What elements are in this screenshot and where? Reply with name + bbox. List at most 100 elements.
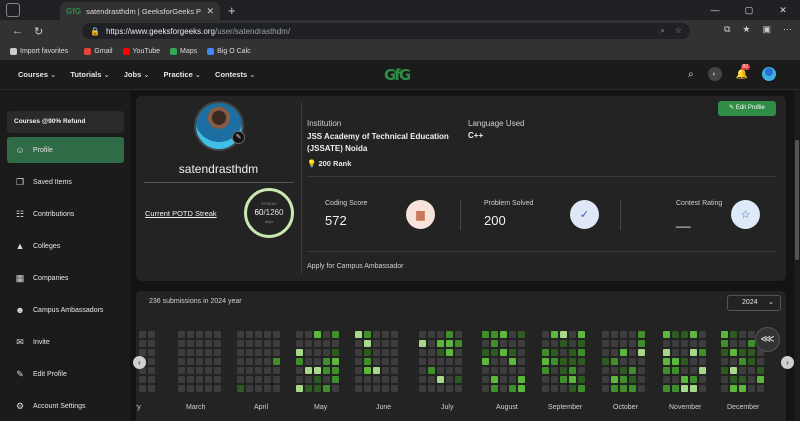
heatmap-cell[interactable]: [542, 385, 549, 392]
heatmap-cell[interactable]: [500, 331, 507, 338]
heatmap-cell[interactable]: [214, 358, 221, 365]
heatmap-cell[interactable]: [578, 385, 585, 392]
heatmap-cell[interactable]: [518, 349, 525, 356]
heatmap-cell[interactable]: [569, 349, 576, 356]
heatmap-cell[interactable]: [638, 376, 645, 383]
heatmap-cell[interactable]: [629, 331, 636, 338]
heatmap-cell[interactable]: [437, 376, 444, 383]
heatmap-cell[interactable]: [246, 349, 253, 356]
heatmap-cell[interactable]: [323, 385, 330, 392]
heatmap-cell[interactable]: [690, 349, 697, 356]
heatmap-cell[interactable]: [237, 358, 244, 365]
heatmap-cell[interactable]: [246, 331, 253, 338]
heatmap-cell[interactable]: [681, 349, 688, 356]
heatmap-cell[interactable]: [314, 385, 321, 392]
heatmap-cell[interactable]: [602, 385, 609, 392]
heatmap-cell[interactable]: [332, 349, 339, 356]
heatmap-cell[interactable]: [690, 340, 697, 347]
heatmap-cell[interactable]: [246, 385, 253, 392]
heatmap-cell[interactable]: [139, 349, 146, 356]
heatmap-cell[interactable]: [187, 358, 194, 365]
heatmap-cell[interactable]: [364, 349, 371, 356]
sidebar-item-contributions[interactable]: ☷ Contributions: [7, 201, 124, 227]
heatmap-cell[interactable]: [382, 385, 389, 392]
sidebar-item-campus-ambassadors[interactable]: ☻ Campus Ambassadors: [7, 297, 124, 323]
close-window-icon[interactable]: ✕: [766, 0, 800, 20]
campus-ambassador-link[interactable]: Apply for Campus Ambassador: [307, 263, 404, 270]
heatmap-cell[interactable]: [721, 340, 728, 347]
heatmap-cell[interactable]: [391, 358, 398, 365]
heatmap-cell[interactable]: [273, 385, 280, 392]
heatmap-cell[interactable]: [332, 358, 339, 365]
heatmap-cell[interactable]: [419, 385, 426, 392]
heatmap-cell[interactable]: [620, 349, 627, 356]
heatmap-cell[interactable]: [491, 358, 498, 365]
heatmap-cell[interactable]: [721, 367, 728, 374]
heatmap-cell[interactable]: [148, 358, 155, 365]
heatmap-cell[interactable]: [721, 331, 728, 338]
heatmap-cell[interactable]: [428, 349, 435, 356]
heatmap-cell[interactable]: [314, 358, 321, 365]
heatmap-cell[interactable]: [500, 367, 507, 374]
heatmap-cell[interactable]: [323, 358, 330, 365]
institution-name[interactable]: JSS Academy of Technical Education (JSSA…: [307, 131, 457, 155]
page-scrollbar[interactable]: [794, 90, 800, 421]
heatmap-cell[interactable]: [569, 358, 576, 365]
heatmap-cell[interactable]: [663, 376, 670, 383]
heatmap-cell[interactable]: [305, 358, 312, 365]
heatmap-cell[interactable]: [542, 331, 549, 338]
heatmap-cell[interactable]: [730, 385, 737, 392]
heatmap-cell[interactable]: [323, 331, 330, 338]
heatmap-cell[interactable]: [620, 376, 627, 383]
heatmap-cell[interactable]: [542, 367, 549, 374]
heatmap-cell[interactable]: [332, 340, 339, 347]
heatmap-cell[interactable]: [373, 367, 380, 374]
heatmap-cell[interactable]: [739, 376, 746, 383]
heatmap-cell[interactable]: [681, 367, 688, 374]
heatmap-cell[interactable]: [611, 385, 618, 392]
heatmap-cell[interactable]: [382, 331, 389, 338]
heatmap-cell[interactable]: [721, 376, 728, 383]
bookmark-item[interactable]: YouTube: [122, 47, 160, 55]
heatmap-cell[interactable]: [148, 331, 155, 338]
sidebar-item-edit-profile[interactable]: ✎ Edit Profile: [7, 361, 124, 387]
theme-toggle-icon[interactable]: ◐: [707, 67, 722, 81]
heatmap-cell[interactable]: [139, 376, 146, 383]
heatmap-cell[interactable]: [437, 349, 444, 356]
heatmap-cell[interactable]: [638, 331, 645, 338]
heatmap-cell[interactable]: [355, 331, 362, 338]
heatmap-cell[interactable]: [139, 385, 146, 392]
heatmap-cell[interactable]: [178, 340, 185, 347]
heatmap-cell[interactable]: [500, 358, 507, 365]
heatmap-cell[interactable]: [373, 385, 380, 392]
heatmap-cell[interactable]: [214, 376, 221, 383]
heatmap-cell[interactable]: [690, 385, 697, 392]
heatmap-cell[interactable]: [491, 376, 498, 383]
heatmap-cell[interactable]: [382, 349, 389, 356]
sidebar-item-colleges[interactable]: ▲ Colleges: [7, 233, 124, 259]
heatmap-cell[interactable]: [178, 331, 185, 338]
heatmap-cell[interactable]: [509, 367, 516, 374]
heatmap-cell[interactable]: [205, 376, 212, 383]
heatmap-cell[interactable]: [500, 340, 507, 347]
heatmap-cell[interactable]: [323, 367, 330, 374]
bookmark-item[interactable]: Big O Calc: [207, 47, 251, 55]
heatmap-cell[interactable]: [602, 367, 609, 374]
heatmap-cell[interactable]: [205, 358, 212, 365]
heatmap-cell[interactable]: [314, 331, 321, 338]
sidebar-item-companies[interactable]: ▦ Companies: [7, 265, 124, 291]
heatmap-cell[interactable]: [364, 367, 371, 374]
heatmap-cell[interactable]: [611, 331, 618, 338]
heatmap-cell[interactable]: [699, 340, 706, 347]
refresh-icon[interactable]: ↻: [34, 25, 44, 38]
heatmap-cell[interactable]: [255, 376, 262, 383]
heatmap-cell[interactable]: [602, 358, 609, 365]
heatmap-cell[interactable]: [663, 367, 670, 374]
heatmap-cell[interactable]: [205, 349, 212, 356]
heatmap-cell[interactable]: [148, 340, 155, 347]
heatmap-cell[interactable]: [178, 376, 185, 383]
heatmap-cell[interactable]: [509, 385, 516, 392]
heatmap-cell[interactable]: [187, 340, 194, 347]
heatmap-cell[interactable]: [672, 331, 679, 338]
heatmap-cell[interactable]: [721, 385, 728, 392]
